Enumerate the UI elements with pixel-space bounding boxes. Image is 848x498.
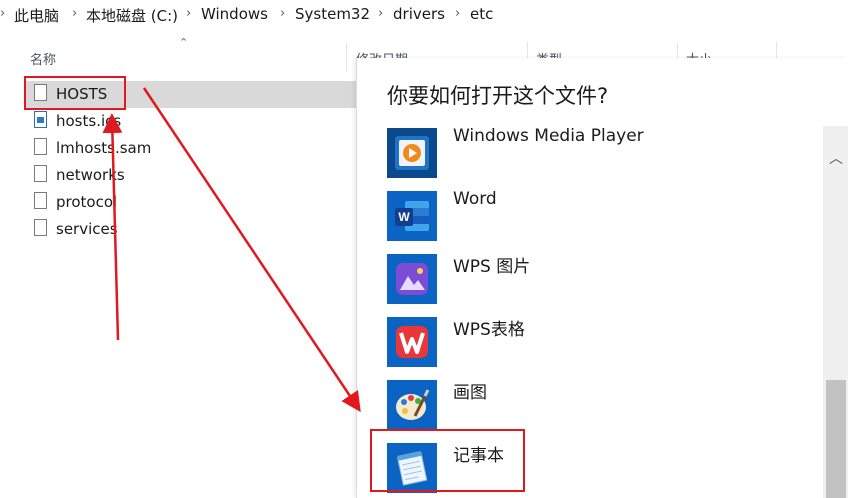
word-icon: W bbox=[387, 191, 437, 241]
file-name: services bbox=[56, 220, 118, 238]
breadcrumb-etc[interactable]: etc bbox=[470, 5, 493, 23]
file-row-protocol[interactable]: protocol bbox=[24, 189, 356, 216]
app-option-word[interactable]: W Word bbox=[387, 189, 787, 241]
breadcrumb-drivers[interactable]: drivers bbox=[393, 5, 445, 23]
app-name: WPS 图片 bbox=[453, 257, 531, 277]
scroll-thumb[interactable] bbox=[826, 380, 846, 498]
annotation-highlight-hosts bbox=[24, 76, 126, 110]
svg-text:W: W bbox=[398, 210, 410, 224]
file-icon bbox=[34, 192, 47, 209]
file-name: hosts.ics bbox=[56, 112, 122, 130]
annotation-highlight-notepad bbox=[370, 429, 525, 492]
file-row-lmhosts[interactable]: lmhosts.sam bbox=[24, 135, 356, 162]
breadcrumb-separator: › bbox=[455, 6, 461, 21]
file-icon bbox=[34, 138, 47, 155]
app-name: WPS表格 bbox=[453, 320, 525, 340]
breadcrumb: › 此电脑 › 本地磁盘 (C:) › Windows › System32 ›… bbox=[0, 0, 848, 30]
sort-ascending-icon: ⌃ bbox=[179, 36, 189, 49]
file-name: protocol bbox=[56, 193, 118, 211]
file-icon bbox=[34, 219, 47, 236]
app-option-windows-media-player[interactable]: Windows Media Player bbox=[387, 126, 787, 178]
breadcrumb-separator: › bbox=[0, 6, 6, 21]
ics-file-icon bbox=[34, 111, 47, 128]
wps-picture-icon bbox=[387, 254, 437, 304]
dialog-title: 你要如何打开这个文件? bbox=[387, 84, 609, 108]
file-name: lmhosts.sam bbox=[56, 139, 152, 157]
wps-spreadsheet-icon bbox=[387, 317, 437, 367]
breadcrumb-windows[interactable]: Windows bbox=[201, 5, 268, 23]
app-option-wps-picture[interactable]: WPS 图片 bbox=[387, 254, 787, 304]
breadcrumb-separator: › bbox=[186, 6, 192, 21]
breadcrumb-separator: › bbox=[378, 6, 384, 21]
app-name: Word bbox=[453, 189, 497, 209]
breadcrumb-system32[interactable]: System32 bbox=[295, 5, 370, 23]
breadcrumb-separator: › bbox=[280, 6, 286, 21]
paint-icon bbox=[387, 380, 437, 430]
media-player-icon bbox=[387, 128, 437, 178]
app-option-wps-spreadsheet[interactable]: WPS表格 bbox=[387, 317, 787, 367]
breadcrumb-local-disk[interactable]: 本地磁盘 (C:) bbox=[86, 5, 178, 26]
file-icon bbox=[34, 165, 47, 182]
chevron-up-icon[interactable]: ︿ bbox=[829, 148, 843, 168]
app-option-paint[interactable]: 画图 bbox=[387, 380, 787, 430]
breadcrumb-this-pc[interactable]: 此电脑 bbox=[14, 5, 59, 26]
app-name: Windows Media Player bbox=[453, 126, 644, 146]
file-name: networks bbox=[56, 166, 125, 184]
file-row-hosts-ics[interactable]: hosts.ics bbox=[24, 108, 356, 135]
column-divider[interactable] bbox=[346, 42, 347, 72]
column-header-name[interactable]: 名称 bbox=[30, 49, 56, 68]
file-row-networks[interactable]: networks bbox=[24, 162, 356, 189]
file-row-services[interactable]: services bbox=[24, 216, 356, 243]
dialog-scrollbar[interactable]: ︿ bbox=[823, 126, 848, 498]
breadcrumb-separator: › bbox=[72, 6, 78, 21]
app-name: 画图 bbox=[453, 383, 487, 403]
